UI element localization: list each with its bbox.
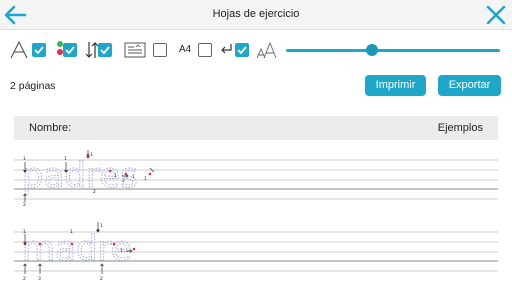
color-checkbox[interactable] (63, 43, 77, 57)
a4-checkbox[interactable] (198, 43, 212, 57)
svg-text:2: 2 (23, 202, 26, 208)
svg-text:2: 2 (122, 178, 125, 184)
return-checkbox[interactable] (235, 43, 249, 57)
a4-label: A4 (179, 44, 192, 55)
close-icon[interactable] (484, 3, 508, 27)
trace-word: madre (22, 229, 132, 269)
svg-text:1: 1 (90, 152, 93, 158)
export-button[interactable]: Exportar (438, 75, 501, 96)
stroke-order-checkbox[interactable] (98, 43, 112, 57)
page-title: Hojas de ejercicio (212, 8, 300, 20)
size-slider-handle[interactable] (365, 44, 378, 56)
size-slider-track[interactable] (286, 49, 500, 52)
svg-text:1: 1 (132, 174, 135, 180)
practice-row: padres 121 121 211 (14, 150, 498, 208)
text-card-icon (124, 42, 146, 64)
name-label: Nombre: (29, 122, 72, 134)
svg-text:2: 2 (23, 276, 26, 282)
svg-text:1: 1 (64, 156, 67, 162)
return-arrow-icon (219, 42, 233, 64)
worksheet-preview: Nombre: Ejemplos padres 1 2 1 1 2 1 2 1 … (14, 116, 498, 288)
svg-text:3: 3 (38, 276, 41, 282)
page-count: 2 páginas (10, 80, 56, 92)
font-size-icon (256, 40, 278, 62)
print-button[interactable]: Imprimir (365, 75, 426, 96)
trace-word: padres (22, 156, 138, 196)
svg-text:2: 2 (100, 276, 103, 282)
svg-text:1: 1 (120, 248, 123, 254)
text-card-checkbox[interactable] (153, 43, 167, 57)
font-checkbox[interactable] (32, 43, 46, 57)
practice-row: madre 1 2 3 1 1 2 1 (14, 222, 498, 282)
svg-text:1: 1 (70, 229, 73, 235)
svg-text:1: 1 (100, 223, 103, 229)
svg-text:2: 2 (93, 189, 96, 195)
worksheet-header: Nombre: Ejemplos (14, 116, 498, 140)
font-outline-icon (9, 40, 29, 62)
svg-text:1: 1 (23, 229, 26, 235)
title-bar: Hojas de ejercicio (0, 0, 512, 30)
svg-text:1: 1 (114, 173, 117, 179)
examples-label: Ejemplos (437, 122, 483, 134)
svg-text:1: 1 (23, 156, 26, 162)
stroke-arrows-icon (85, 40, 99, 62)
svg-text:1: 1 (144, 176, 147, 182)
